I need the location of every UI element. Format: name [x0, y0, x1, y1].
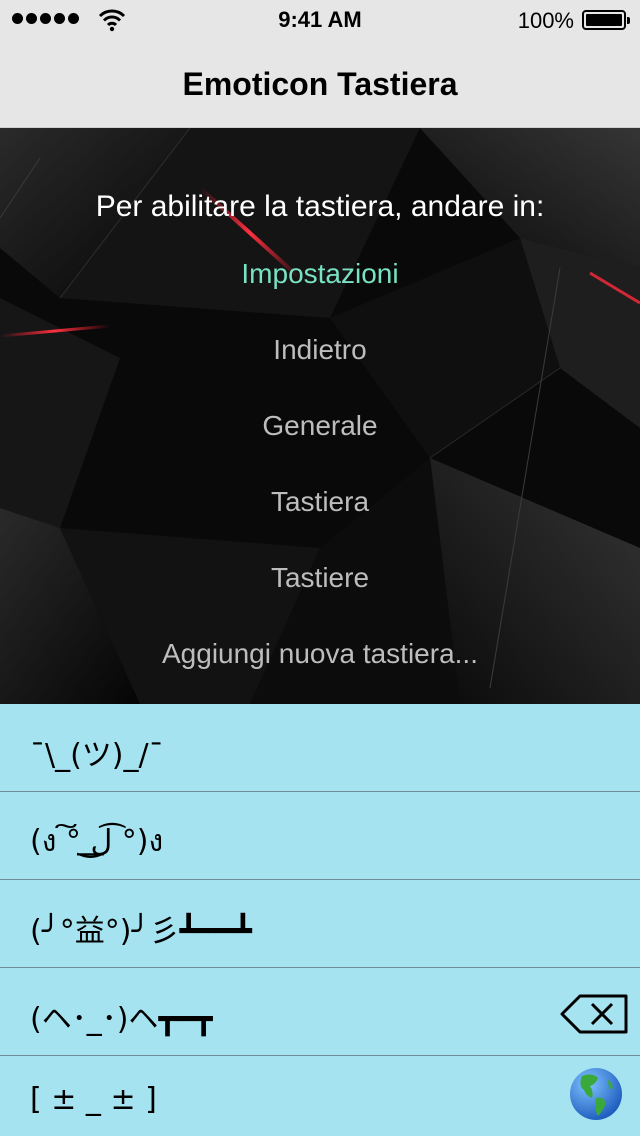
emoticon-label: (╯°益°)╯彡┻━━┻ [30, 914, 252, 949]
emoticon-label: ¯\_(ツ)_/¯ [30, 738, 164, 773]
step-back: Indietro [273, 334, 367, 365]
step-keyboards: Tastiere [270, 562, 370, 593]
emoticon-row-face[interactable]: [ ± _ ± ] [0, 1056, 640, 1136]
instructions-headline: Per abilitare la tastiera, andare in: [95, 190, 545, 223]
emoticon-keyboard: ¯\_(ツ)_/¯ (ง ͠° ͟ل͜ ͡°)ง (╯°益°)╯彡┻━━┻ (ヘ… [0, 704, 640, 1136]
page-title: Emoticon Tastiera [182, 66, 458, 102]
emoticon-label: (ง ͠° ͟ل͜ ͡°)ง [30, 824, 164, 859]
emoticon-row-shrug[interactable]: ¯\_(ツ)_/¯ [0, 704, 640, 792]
instructions-panel: Per abilitare la tastiera, andare in: Im… [0, 128, 640, 704]
globe-icon[interactable] [568, 1066, 624, 1122]
status-bar: 9:41 AM 100% [0, 0, 640, 40]
emoticon-row-walk[interactable]: (ヘ･_･)ヘ┳━┳ [0, 968, 640, 1056]
navigation-bar: Emoticon Tastiera [0, 40, 640, 128]
step-keyboard: Tastiera [270, 486, 370, 517]
battery-percentage: 100% [517, 8, 574, 33]
step-general: Generale [262, 410, 378, 441]
emoticon-row-table-flip[interactable]: (╯°益°)╯彡┻━━┻ [0, 880, 640, 968]
emoticon-label: [ ± _ ± ] [30, 1082, 157, 1117]
emoticon-row-fight[interactable]: (ง ͠° ͟ل͜ ͡°)ง [0, 792, 640, 880]
battery-icon [582, 10, 630, 30]
step-add-new-keyboard: Aggiungi nuova tastiera... [162, 638, 478, 669]
step-settings: Impostazioni [241, 258, 399, 289]
backspace-icon[interactable] [560, 994, 628, 1034]
emoticon-label: (ヘ･_･)ヘ┳━┳ [30, 1002, 213, 1037]
